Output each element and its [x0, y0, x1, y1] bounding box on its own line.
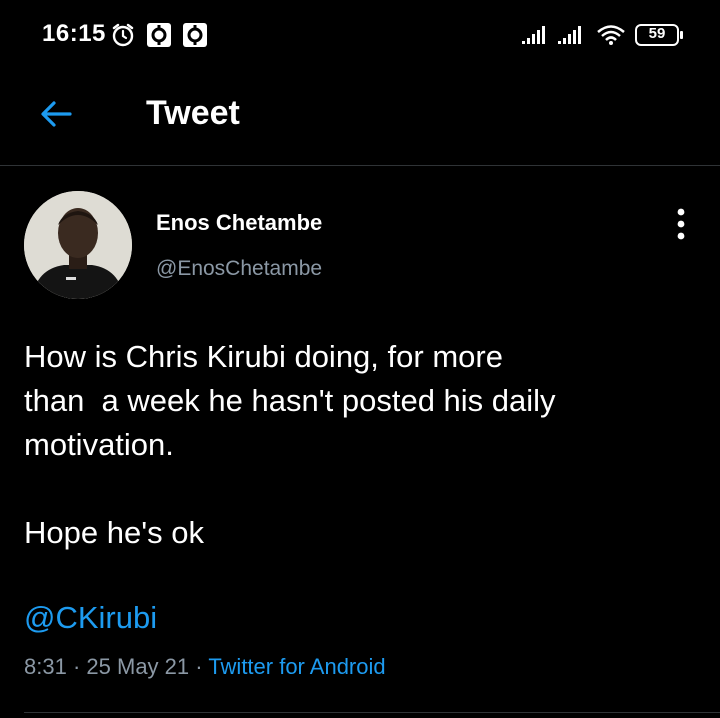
signal-icon — [522, 24, 552, 51]
more-options-button[interactable] — [664, 204, 698, 244]
arrow-left-icon — [41, 101, 72, 127]
battery-icon: 59 — [635, 23, 685, 52]
avatar[interactable] — [24, 191, 132, 299]
separator: · — [195, 654, 203, 679]
app-header: Tweet — [0, 70, 720, 166]
notification-app-icon — [146, 22, 172, 53]
page-title: Tweet — [146, 94, 240, 132]
signal-icon — [558, 24, 588, 51]
wifi-icon — [596, 24, 626, 51]
back-button[interactable] — [36, 92, 80, 136]
tweet-metadata: 8:31 · 25 May 21 · Twitter for Android — [24, 654, 386, 680]
tweet-text-line: than a week he hasn't posted his daily — [24, 383, 556, 418]
tweet-date: 25 May 21 — [86, 654, 190, 679]
tweet-text-line: How is Chris Kirubi doing, for more — [24, 339, 503, 374]
more-vertical-icon — [677, 208, 685, 240]
author-handle[interactable]: @EnosChetambe — [156, 257, 322, 281]
separator: · — [72, 654, 81, 679]
tweet-text-line: motivation. — [24, 427, 174, 462]
status-time: 16:15 — [42, 20, 106, 47]
tweet-time: 8:31 — [24, 654, 67, 679]
author-name[interactable]: Enos Chetambe — [156, 210, 322, 236]
mention-link[interactable]: @CKirubi — [24, 600, 157, 636]
paragraph-break — [24, 467, 704, 511]
tweet-source-link[interactable]: Twitter for Android — [208, 654, 385, 679]
notification-app-icon — [182, 22, 208, 53]
status-bar: 16:15 59 — [0, 0, 720, 70]
tweet-text-line: Hope he's ok — [24, 515, 204, 550]
divider — [24, 712, 720, 713]
battery-level: 59 — [648, 25, 666, 42]
alarm-icon — [110, 22, 136, 53]
tweet-text: How is Chris Kirubi doing, for more than… — [24, 335, 704, 555]
